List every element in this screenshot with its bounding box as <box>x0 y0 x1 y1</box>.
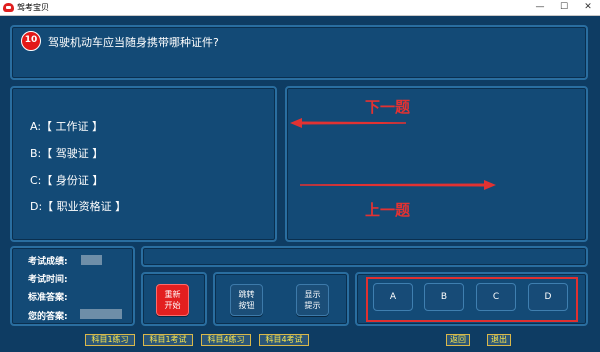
image-panel <box>285 86 588 242</box>
next-question-hint: 下一题 <box>365 98 411 116</box>
subject1-exam-button[interactable]: 科目1考试 <box>143 334 193 346</box>
answer-d-button[interactable]: D <box>528 283 568 311</box>
right-arrow-icon <box>300 180 496 190</box>
hint-label-line1: 显示 <box>304 290 321 299</box>
time-label: 考试时间: <box>28 275 68 285</box>
your-answer-label: 您的答案: <box>28 312 68 322</box>
hint-label-line2: 提示 <box>304 301 321 310</box>
car-logo-icon <box>3 3 14 12</box>
previous-question-hint: 上一题 <box>365 201 411 219</box>
subject4-practice-button[interactable]: 科目4练习 <box>201 334 251 346</box>
option-d[interactable]: D:【 职业资格证 】 <box>30 198 126 214</box>
score-label: 考试成绩: <box>28 257 68 267</box>
left-arrow-icon <box>290 118 406 128</box>
question-number-badge: 10 <box>21 31 41 51</box>
jump-button[interactable]: 跳转 按钮 <box>230 284 263 316</box>
answer-a-button[interactable]: A <box>373 283 413 311</box>
option-b[interactable]: B:【 驾驶证 】 <box>30 145 103 161</box>
standard-answer-label: 标准答案: <box>28 293 68 303</box>
your-answer-value <box>80 309 122 319</box>
subject4-exam-button[interactable]: 科目4考试 <box>259 334 309 346</box>
minimize-button[interactable]: — <box>528 0 552 16</box>
option-a[interactable]: A:【 工作证 】 <box>30 118 103 134</box>
restart-label-line1: 重新 <box>164 290 181 299</box>
answer-b-button[interactable]: B <box>424 283 464 311</box>
message-bar <box>141 246 588 267</box>
options-panel <box>10 86 277 242</box>
show-hint-button[interactable]: 显示 提示 <box>296 284 329 316</box>
back-button[interactable]: 返回 <box>446 334 470 346</box>
exit-button[interactable]: 退出 <box>487 334 511 346</box>
question-text: 驾驶机动车应当随身携带哪种证件? <box>48 36 219 49</box>
answer-c-button[interactable]: C <box>476 283 516 311</box>
window-title: 驾考宝贝 <box>17 3 49 12</box>
option-c[interactable]: C:【 身份证 】 <box>30 172 103 188</box>
subject1-practice-button[interactable]: 科目1练习 <box>85 334 135 346</box>
restart-label-line2: 开始 <box>164 301 181 310</box>
jump-label-line2: 按钮 <box>238 301 255 310</box>
score-value <box>81 255 102 265</box>
restart-button[interactable]: 重新 开始 <box>156 284 189 316</box>
maximize-button[interactable]: ☐ <box>552 0 576 16</box>
title-bar: 驾考宝贝 — ☐ ✕ <box>0 0 600 16</box>
close-button[interactable]: ✕ <box>576 0 600 16</box>
jump-label-line1: 跳转 <box>238 290 255 299</box>
